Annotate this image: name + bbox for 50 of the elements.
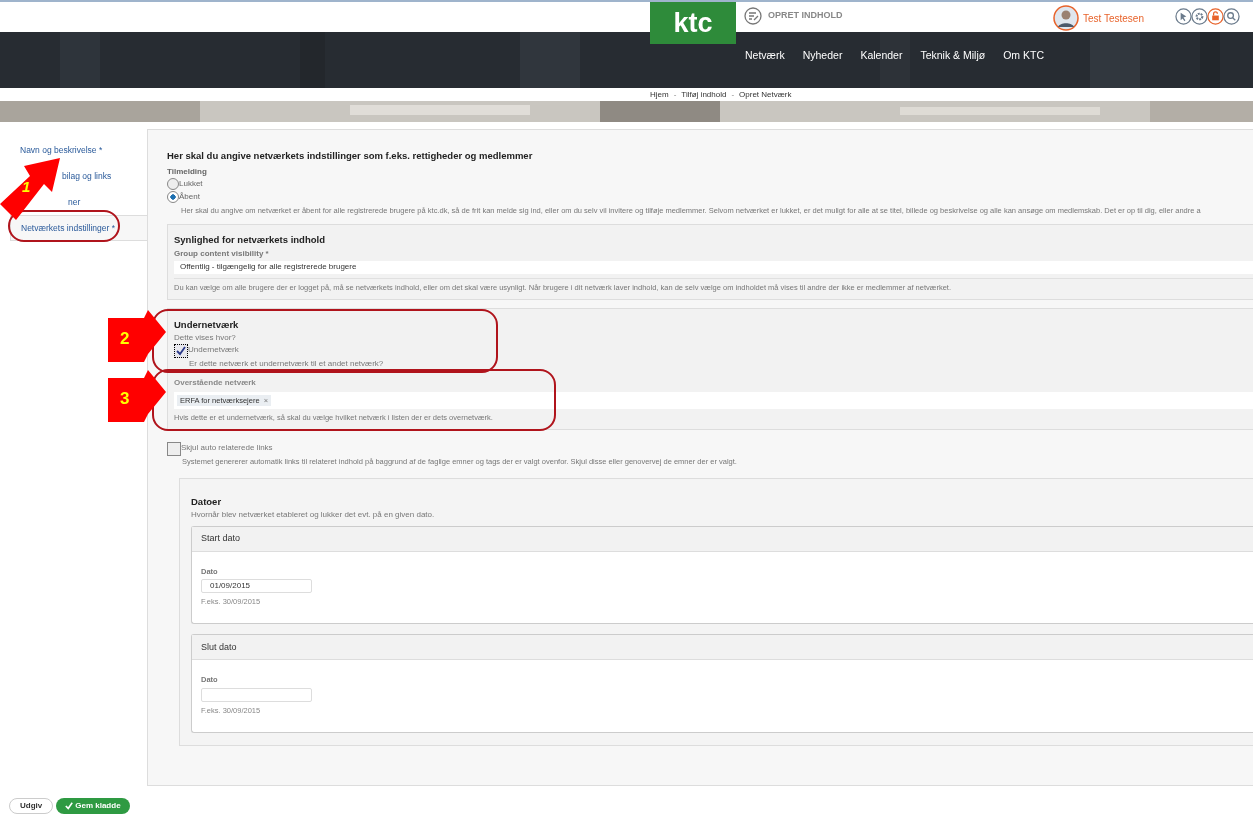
radio-option[interactable]: Lukket [167, 178, 1253, 192]
radio-option[interactable]: Åbent [167, 191, 1253, 205]
avatar-icon [1053, 5, 1079, 31]
field-label: Overstående netværk [174, 377, 257, 389]
help-text: Er dette netværk et undernetværk til et andet netværk? [189, 358, 385, 370]
search-icon[interactable] [1223, 8, 1240, 25]
form-intro: Her skal du angive netværkets indstillinger som f.eks. rettigheder og medlemmer [167, 149, 534, 163]
nav-link[interactable]: Nyheder [802, 48, 843, 64]
sidebar-tab[interactable]: Netværkets indstillinger * [10, 215, 147, 241]
callout-arrow: 1 [0, 156, 60, 222]
create-content-link[interactable]: OPRET INDHOLD [744, 7, 843, 25]
sidebar-tab[interactable]: ner [68, 189, 81, 215]
checkbox-option[interactable]: Undernetværk [174, 344, 1253, 358]
section-description: Dette vises hvor? [174, 332, 237, 344]
edit-list-icon [744, 7, 762, 25]
checkbox[interactable] [167, 442, 181, 457]
section-title: Undernetværk [174, 317, 240, 332]
pointer-icon[interactable] [1175, 8, 1192, 25]
breadcrumb-separator: - [673, 88, 677, 101]
sidebar-tab[interactable]: bilag og links [62, 163, 112, 189]
checkbox[interactable] [174, 344, 188, 358]
nav-link[interactable]: Teknik & Miljø [920, 48, 986, 64]
breadcrumb-link[interactable]: Tilføj indhold [681, 88, 727, 101]
section-title: Datoer [191, 494, 223, 509]
field-label: Group content visibility * [174, 247, 270, 260]
field-label: Tilmelding [167, 166, 208, 179]
select-field[interactable]: Offentlig - tilgængelig for alle registrerede brugere [174, 260, 1253, 274]
section-title: Synlighed for netværkets indhold [174, 233, 326, 248]
nav-link[interactable]: Om KTC [1003, 48, 1045, 64]
date-field[interactable] [201, 687, 312, 702]
nav-link[interactable]: Kalender [860, 48, 903, 64]
section-description: Hvornår blev netværket etableret og lukker det evt. på en given dato. [191, 508, 436, 521]
publish-button[interactable]: Udgiv [9, 798, 54, 814]
breadcrumb-link[interactable]: Hjem [650, 88, 669, 101]
nav-link[interactable]: Netværk [745, 48, 785, 64]
date-field[interactable]: 01/09/2015 [201, 579, 312, 593]
save-draft-button[interactable]: Gem kladde [56, 798, 130, 814]
breadcrumb-separator: - [731, 88, 735, 101]
check-icon [65, 802, 74, 810]
settings-icon[interactable] [1191, 8, 1208, 25]
user-menu[interactable]: Test Testesen [1053, 5, 1144, 31]
radio-button[interactable] [167, 191, 179, 204]
lock-icon[interactable] [1207, 8, 1224, 25]
logo[interactable]: ktc [650, 2, 736, 44]
check-icon [176, 346, 186, 356]
panel-title: Start dato [201, 532, 241, 545]
panel-title: Slut dato [201, 640, 237, 654]
breadcrumb-link[interactable]: Opret Netværk [739, 88, 792, 101]
checkbox-option[interactable]: Skjul auto relaterede links [167, 442, 1253, 457]
radio-button[interactable] [167, 178, 179, 191]
